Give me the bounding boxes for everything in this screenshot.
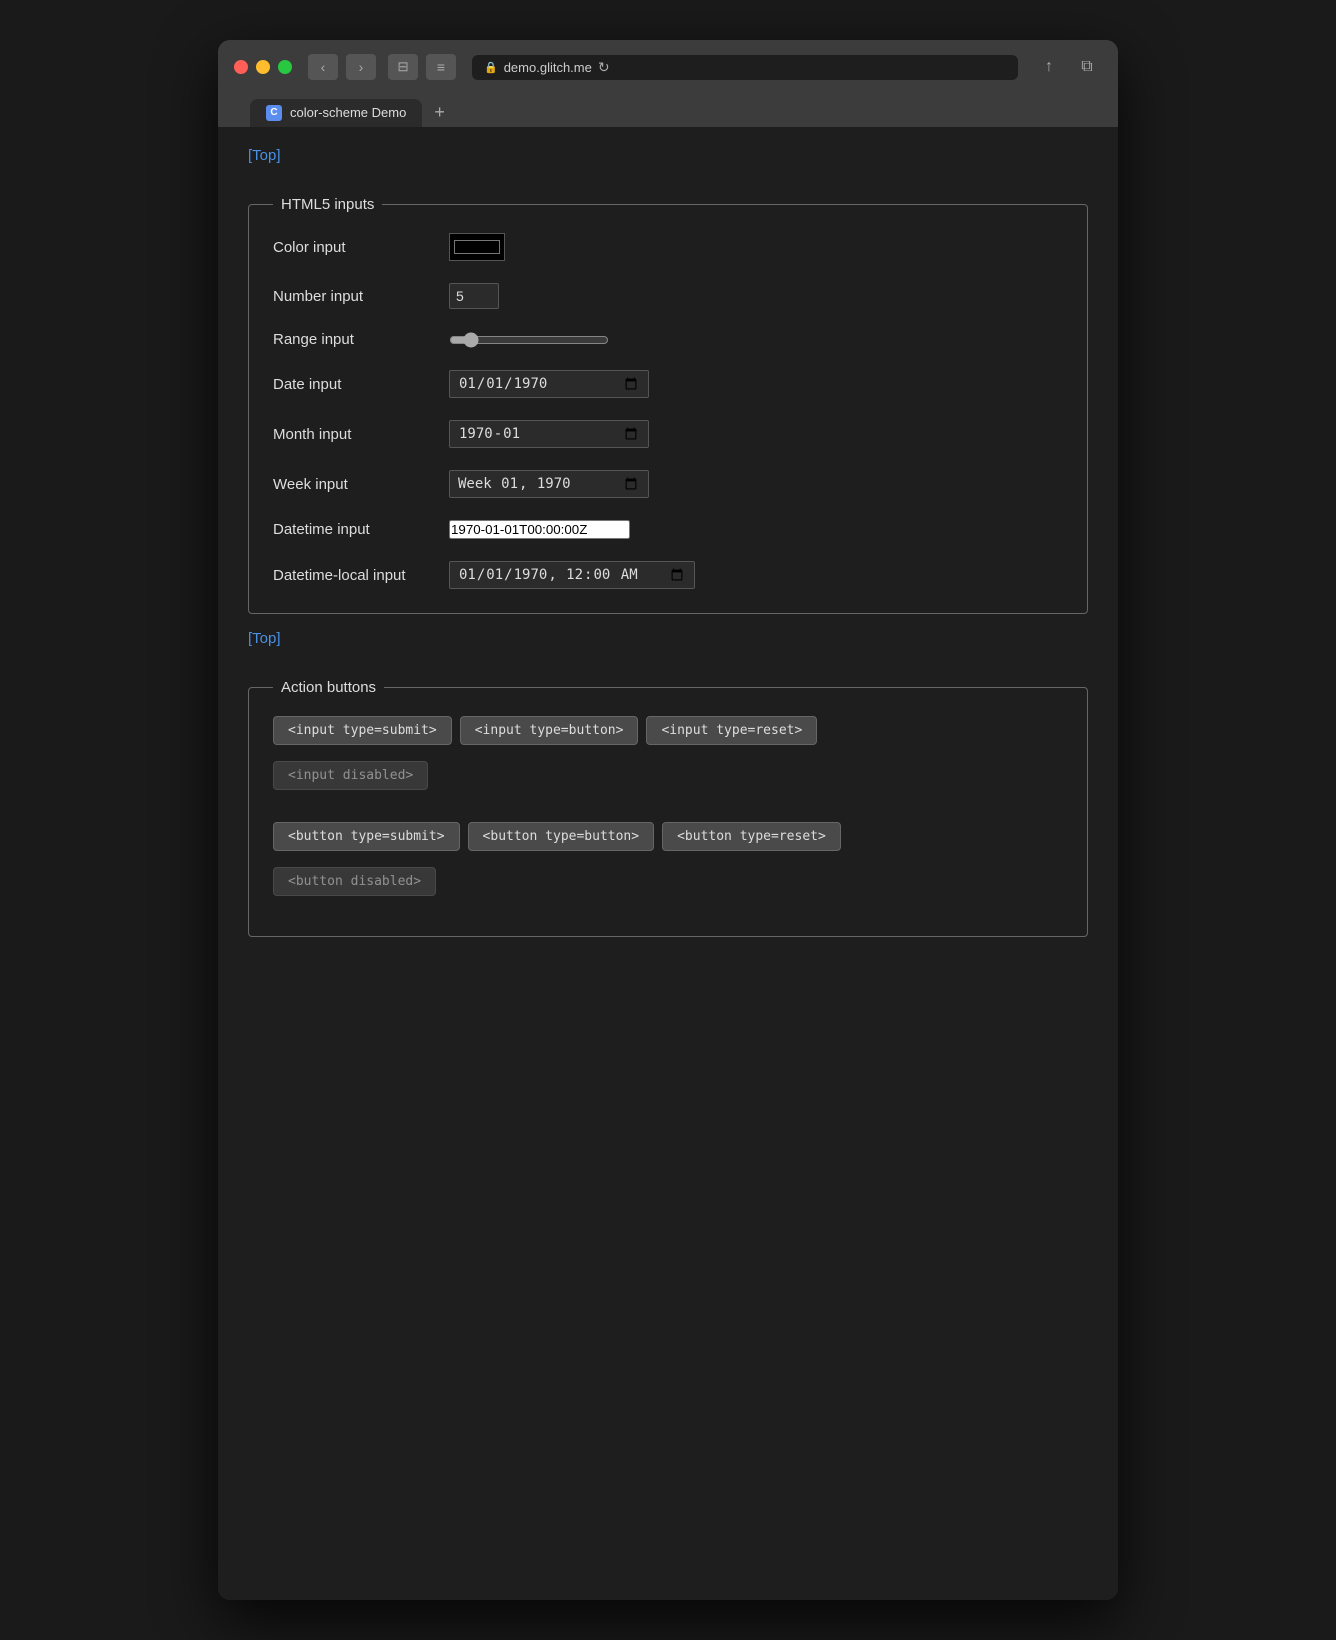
maximize-button[interactable] (278, 60, 292, 74)
new-tab-button[interactable]: + (426, 98, 453, 127)
button-button-button[interactable]: <button type=button> (468, 822, 655, 851)
date-input[interactable] (449, 370, 649, 398)
date-input-row: Date input (273, 370, 1063, 398)
windows-button[interactable]: ⧉ (1072, 54, 1102, 80)
week-label: Week input (273, 476, 433, 493)
range-input-row: Range input (273, 331, 1063, 348)
datetime-local-input-row: Datetime-local input (273, 561, 1063, 589)
datetime-local-label: Datetime-local input (273, 567, 433, 584)
input-reset-button[interactable]: <input type=reset> (646, 716, 817, 745)
tab-label: color-scheme Demo (290, 105, 406, 120)
url-text: demo.glitch.me (504, 60, 592, 75)
traffic-lights (234, 60, 292, 74)
tab-bar: C color-scheme Demo + (234, 90, 1102, 127)
number-input[interactable] (449, 283, 499, 309)
active-tab[interactable]: C color-scheme Demo (250, 99, 422, 127)
toolbar-right: ↑ ⧉ (1034, 54, 1102, 80)
button-submit-button[interactable]: <button type=submit> (273, 822, 460, 851)
input-disabled-button: <input disabled> (273, 761, 428, 790)
input-button-button[interactable]: <input type=button> (460, 716, 639, 745)
action-legend: Action buttons (273, 679, 384, 696)
lock-icon: 🔒 (484, 61, 498, 74)
datetime-input[interactable] (449, 520, 630, 539)
week-input[interactable] (449, 470, 649, 498)
top-link-2[interactable]: [Top] (248, 630, 281, 647)
button-reset-button[interactable]: <button type=reset> (662, 822, 841, 851)
number-input-row: Number input (273, 283, 1063, 309)
share-button[interactable]: ↑ (1034, 54, 1064, 80)
back-button[interactable]: ‹ (308, 54, 338, 80)
button-disabled-button: <button disabled> (273, 867, 436, 896)
address-bar[interactable]: 🔒 demo.glitch.me ↻ (472, 55, 1018, 80)
forward-button[interactable]: › (346, 54, 376, 80)
number-input-container (449, 283, 499, 309)
month-input-row: Month input (273, 420, 1063, 448)
close-button[interactable] (234, 60, 248, 74)
title-bar: ‹ › ⊟ ≡ 🔒 demo.glitch.me ↻ ↑ ⧉ C color-s… (218, 40, 1118, 127)
minimize-button[interactable] (256, 60, 270, 74)
color-input-row: Color input (273, 233, 1063, 261)
tab-favicon: C (266, 105, 282, 121)
datetime-local-input[interactable] (449, 561, 695, 589)
number-label: Number input (273, 288, 433, 305)
html5-inputs-section: HTML5 inputs Color input Number input Ra… (248, 196, 1088, 614)
datetime-input-row: Datetime input (273, 520, 1063, 539)
input-submit-button[interactable]: <input type=submit> (273, 716, 452, 745)
html5-legend: HTML5 inputs (273, 196, 382, 213)
range-input[interactable] (449, 332, 609, 348)
color-label: Color input (273, 239, 433, 256)
input-disabled-group: <input disabled> (273, 761, 1063, 790)
menu-button[interactable]: ≡ (426, 54, 456, 80)
top-link-1[interactable]: [Top] (248, 147, 281, 164)
range-label: Range input (273, 331, 433, 348)
button-buttons-group: <button type=submit> <button type=button… (273, 822, 1063, 851)
week-input-row: Week input (273, 470, 1063, 498)
button-disabled-group: <button disabled> (273, 867, 1063, 896)
reload-button[interactable]: ↻ (598, 59, 610, 76)
color-input[interactable] (449, 233, 505, 261)
sidebar-button[interactable]: ⊟ (388, 54, 418, 80)
page-content: [Top] HTML5 inputs Color input Number in… (218, 127, 1118, 1600)
input-buttons-group: <input type=submit> <input type=button> … (273, 716, 1063, 745)
action-buttons-section: Action buttons <input type=submit> <inpu… (248, 679, 1088, 937)
date-label: Date input (273, 376, 433, 393)
month-input[interactable] (449, 420, 649, 448)
datetime-label: Datetime input (273, 521, 433, 538)
month-label: Month input (273, 426, 433, 443)
